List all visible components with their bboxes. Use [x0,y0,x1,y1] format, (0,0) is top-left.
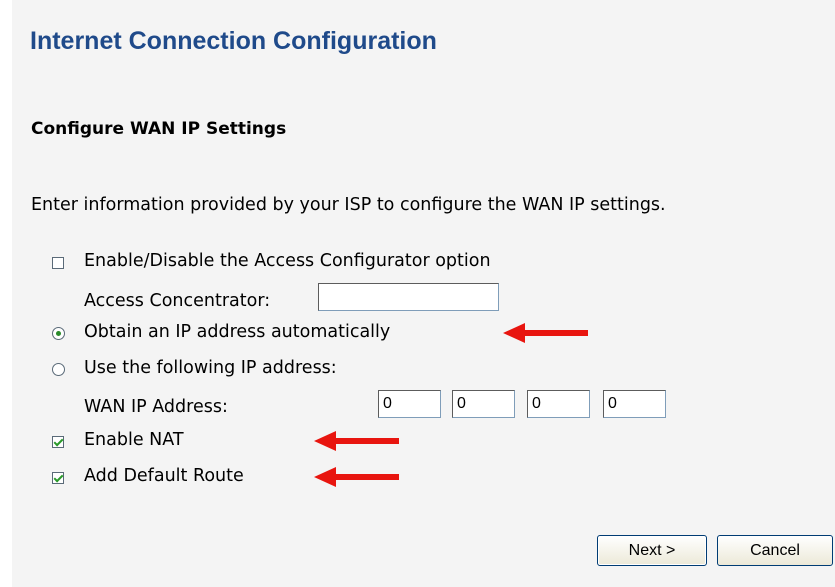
intro-text: Enter information provided by your ISP t… [31,195,666,215]
wan-ip-octet-2[interactable] [452,390,515,418]
cancel-button[interactable]: Cancel [717,535,833,566]
wan-ip-octet-3[interactable] [527,390,590,418]
default-route-checkbox[interactable] [52,472,64,484]
obtain-auto-radio[interactable] [52,327,65,340]
use-following-label: Use the following IP address: [84,358,337,378]
obtain-auto-label: Obtain an IP address automatically [84,322,391,342]
enable-nat-checkbox[interactable] [52,436,64,448]
enable-nat-label: Enable NAT [84,430,184,450]
red-arrow-icon [314,431,399,451]
wan-ip-octet-1[interactable] [378,390,441,418]
red-arrow-icon [503,323,588,343]
access-concentrator-label: Access Concentrator: [84,291,271,311]
use-following-radio[interactable] [52,363,65,376]
wan-ip-label: WAN IP Address: [84,397,228,417]
red-arrow-icon [314,467,399,487]
section-title: Configure WAN IP Settings [31,119,287,139]
page-title: Internet Connection Configuration [30,27,437,55]
next-button[interactable]: Next > [597,535,707,566]
access-configurator-label: Enable/Disable the Access Configurator o… [84,251,491,271]
access-configurator-checkbox[interactable] [52,257,64,269]
wan-ip-octet-4[interactable] [603,390,666,418]
access-concentrator-input[interactable] [318,283,499,311]
default-route-label: Add Default Route [84,466,244,486]
